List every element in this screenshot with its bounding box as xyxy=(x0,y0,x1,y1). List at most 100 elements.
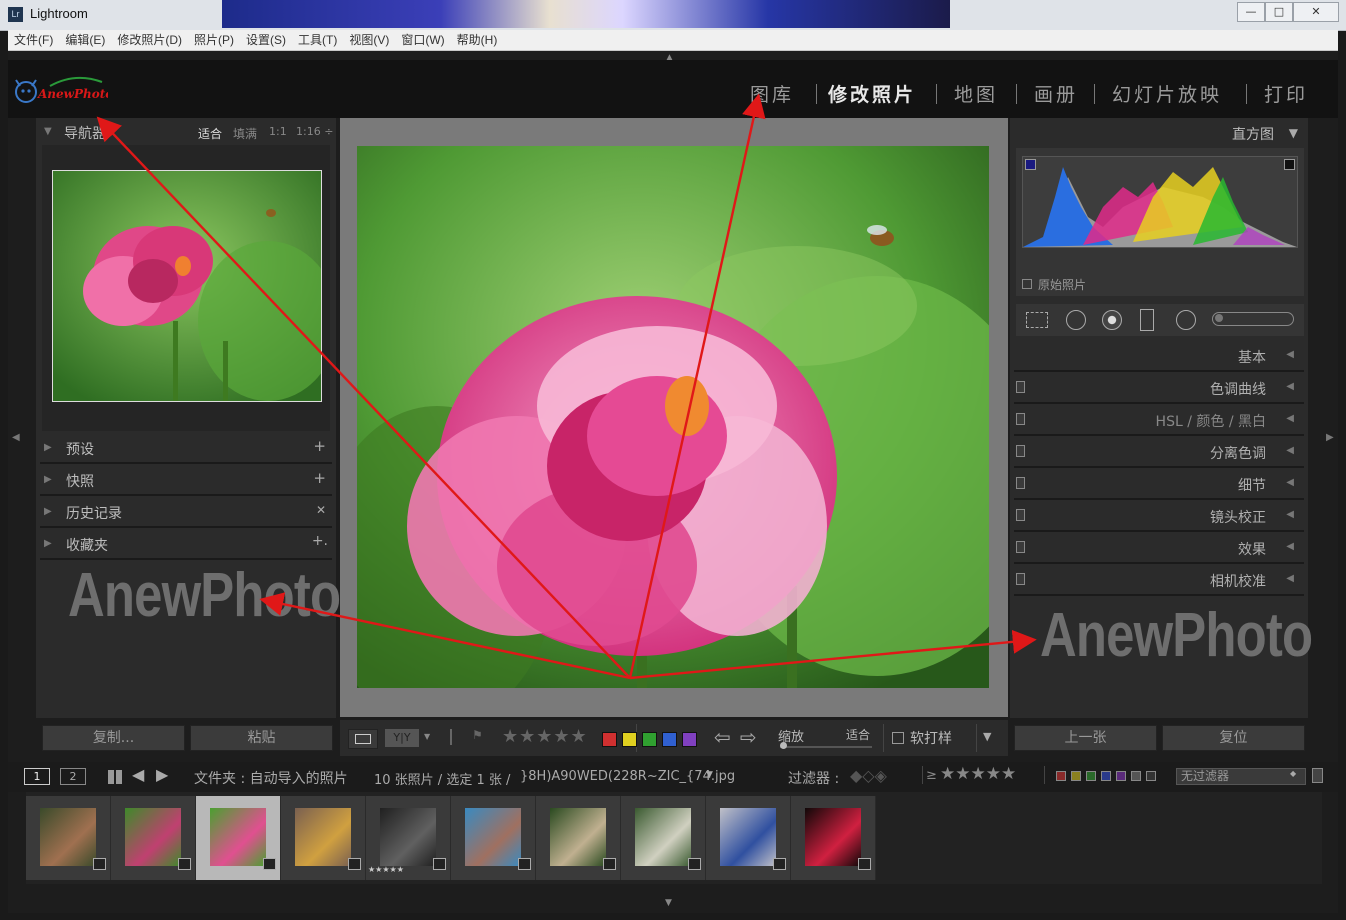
radial-filter-icon[interactable] xyxy=(1176,310,1196,330)
view-dropdown-icon[interactable]: ▼ xyxy=(424,732,430,741)
menu-file[interactable]: 文件(F) xyxy=(8,30,59,50)
color-label-yellow[interactable] xyxy=(622,732,637,747)
module-library[interactable]: 图库 xyxy=(750,80,794,107)
panel-basic[interactable]: 基本 ◀ xyxy=(1014,342,1304,372)
panel-presets[interactable]: ▶ 预设 + xyxy=(40,434,332,464)
grid-view-icon[interactable] xyxy=(108,770,122,784)
panel-switch-icon[interactable] xyxy=(1016,573,1025,585)
forward-arrow-icon[interactable]: ▶ xyxy=(156,765,168,784)
collapse-triangle-icon[interactable]: ▼ xyxy=(1289,126,1298,140)
panel-snapshots[interactable]: ▶ 快照 + xyxy=(40,466,332,496)
panel-detail[interactable]: 细节 ◀ xyxy=(1014,470,1304,500)
maximize-button[interactable]: □ xyxy=(1265,2,1293,22)
reset-button[interactable]: 复位 xyxy=(1162,725,1305,751)
color-filter-green[interactable] xyxy=(1086,771,1096,781)
flag-filter-icons[interactable]: ◆◇◈ xyxy=(850,766,887,785)
add-preset-icon[interactable]: + xyxy=(313,437,326,455)
module-print[interactable]: 打印 xyxy=(1264,80,1308,107)
panel-effects[interactable]: 效果 ◀ xyxy=(1014,534,1304,564)
previous-photo-arrow-icon[interactable]: ⇦ xyxy=(714,725,731,749)
before-after-view-button[interactable]: Y|Y xyxy=(385,729,419,747)
clear-history-icon[interactable]: ✕ xyxy=(316,503,326,517)
back-arrow-icon[interactable]: ◀ xyxy=(132,765,144,784)
close-button[interactable]: ✕ xyxy=(1293,2,1339,22)
color-filter-purple[interactable] xyxy=(1116,771,1126,781)
module-map[interactable]: 地图 xyxy=(954,80,998,107)
panel-switch-icon[interactable] xyxy=(1016,541,1025,553)
source-folder-label[interactable]: 文件夹 : 自动导入的照片 xyxy=(194,768,348,788)
filmstrip-thumbnail-camera-lens[interactable]: ★★★★★ xyxy=(366,796,451,880)
panel-camera-calibration[interactable]: 相机校准 ◀ xyxy=(1014,566,1304,596)
zoom-fit-option[interactable]: 适合 xyxy=(198,125,222,142)
module-book[interactable]: 画册 xyxy=(1034,80,1078,107)
color-filter-blue[interactable] xyxy=(1101,771,1111,781)
filmstrip-thumbnail-park-path[interactable] xyxy=(621,796,706,880)
color-label-green[interactable] xyxy=(642,732,657,747)
color-label-blue[interactable] xyxy=(662,732,677,747)
filmstrip-thumbnail-red-flower[interactable] xyxy=(791,796,876,880)
minimize-button[interactable]: — xyxy=(1237,2,1265,22)
right-panel-toggle-icon[interactable]: ▶ xyxy=(1326,432,1334,443)
copy-settings-button[interactable]: 复制... xyxy=(42,725,185,751)
flag-icon[interactable] xyxy=(450,729,466,745)
filmstrip-thumbnail-crowd-festival[interactable] xyxy=(281,796,366,880)
menu-edit[interactable]: 编辑(E) xyxy=(59,30,111,50)
filter-lock-icon[interactable] xyxy=(1312,768,1323,783)
paste-settings-button[interactable]: 粘贴 xyxy=(190,725,333,751)
panel-switch-icon[interactable] xyxy=(1016,445,1025,457)
menu-help[interactable]: 帮助(H) xyxy=(451,30,504,50)
panel-split-toning[interactable]: 分离色调 ◀ xyxy=(1014,438,1304,468)
previous-button[interactable]: 上一张 xyxy=(1014,725,1157,751)
color-label-red[interactable] xyxy=(602,732,617,747)
screen-2-button[interactable]: 2 xyxy=(60,768,86,785)
filmstrip-thumbnail-lotus-2[interactable] xyxy=(196,796,281,880)
panel-switch-icon[interactable] xyxy=(1016,381,1025,393)
color-filter-other[interactable] xyxy=(1131,771,1141,781)
color-filter-none[interactable] xyxy=(1146,771,1156,781)
color-filter-yellow[interactable] xyxy=(1071,771,1081,781)
menu-develop[interactable]: 修改照片(D) xyxy=(111,30,188,50)
selected-filename[interactable]: }8H)A90WED(228R~ZIC_{74.jpg xyxy=(520,769,735,784)
panel-switch-icon[interactable] xyxy=(1016,413,1025,425)
adjustment-brush-slider[interactable] xyxy=(1212,312,1294,326)
filter-preset-select[interactable]: 无过滤器 xyxy=(1176,768,1306,785)
loupe-view-button[interactable] xyxy=(348,729,378,749)
filmstrip-thumbnail-forest-woman[interactable] xyxy=(536,796,621,880)
panel-tone-curve[interactable]: 色调曲线 ◀ xyxy=(1014,374,1304,404)
menu-settings[interactable]: 设置(S) xyxy=(240,30,292,50)
show-original-checkbox[interactable] xyxy=(1022,279,1032,289)
red-eye-tool-icon[interactable] xyxy=(1102,310,1122,330)
next-photo-arrow-icon[interactable]: ⇨ xyxy=(740,725,757,749)
filmstrip-thumbnail-phone-man[interactable] xyxy=(706,796,791,880)
zoom-slider[interactable] xyxy=(780,742,872,749)
module-develop[interactable]: 修改照片 xyxy=(828,80,916,107)
main-photo[interactable] xyxy=(357,146,989,688)
menu-window[interactable]: 窗口(W) xyxy=(395,30,450,50)
menu-view[interactable]: 视图(V) xyxy=(343,30,395,50)
spot-removal-tool-icon[interactable] xyxy=(1066,310,1086,330)
histogram-graph[interactable] xyxy=(1022,156,1298,248)
panel-lens-corrections[interactable]: 镜头校正 ◀ xyxy=(1014,502,1304,532)
panel-hsl[interactable]: HSL / 颜色 / 黑白 ◀ xyxy=(1014,406,1304,436)
add-snapshot-icon[interactable]: + xyxy=(313,469,326,487)
bottom-panel-toggle-icon[interactable]: ▼ xyxy=(665,898,672,908)
navigator-preview-image[interactable] xyxy=(52,170,322,402)
menu-tools[interactable]: 工具(T) xyxy=(292,30,343,50)
reject-flag-icon[interactable]: ⚑ xyxy=(472,728,483,742)
graduated-filter-icon[interactable] xyxy=(1140,309,1154,331)
soft-proof-checkbox[interactable] xyxy=(892,732,904,744)
star-rating[interactable]: ★★★★★ xyxy=(502,726,588,747)
rating-operator[interactable]: ≥ xyxy=(926,768,937,783)
filmstrip-thumbnail-lotus-1[interactable] xyxy=(111,796,196,880)
filmstrip-thumbnail-portrait-man[interactable] xyxy=(26,796,111,880)
left-panel-toggle-icon[interactable]: ◀ xyxy=(12,432,20,443)
panel-collections[interactable]: ▶ 收藏夹 +. xyxy=(40,530,332,560)
collapse-triangle-icon[interactable]: ▼ xyxy=(44,126,52,137)
panel-switch-icon[interactable] xyxy=(1016,477,1025,489)
rating-filter-stars[interactable]: ★★★★★ xyxy=(940,764,1016,784)
panel-switch-icon[interactable] xyxy=(1016,509,1025,521)
toolbar-menu-icon[interactable]: ▼ xyxy=(983,730,991,743)
color-label-purple[interactable] xyxy=(682,732,697,747)
filename-dropdown-icon[interactable]: ▼ xyxy=(706,770,713,780)
crop-tool-icon[interactable] xyxy=(1026,312,1048,328)
